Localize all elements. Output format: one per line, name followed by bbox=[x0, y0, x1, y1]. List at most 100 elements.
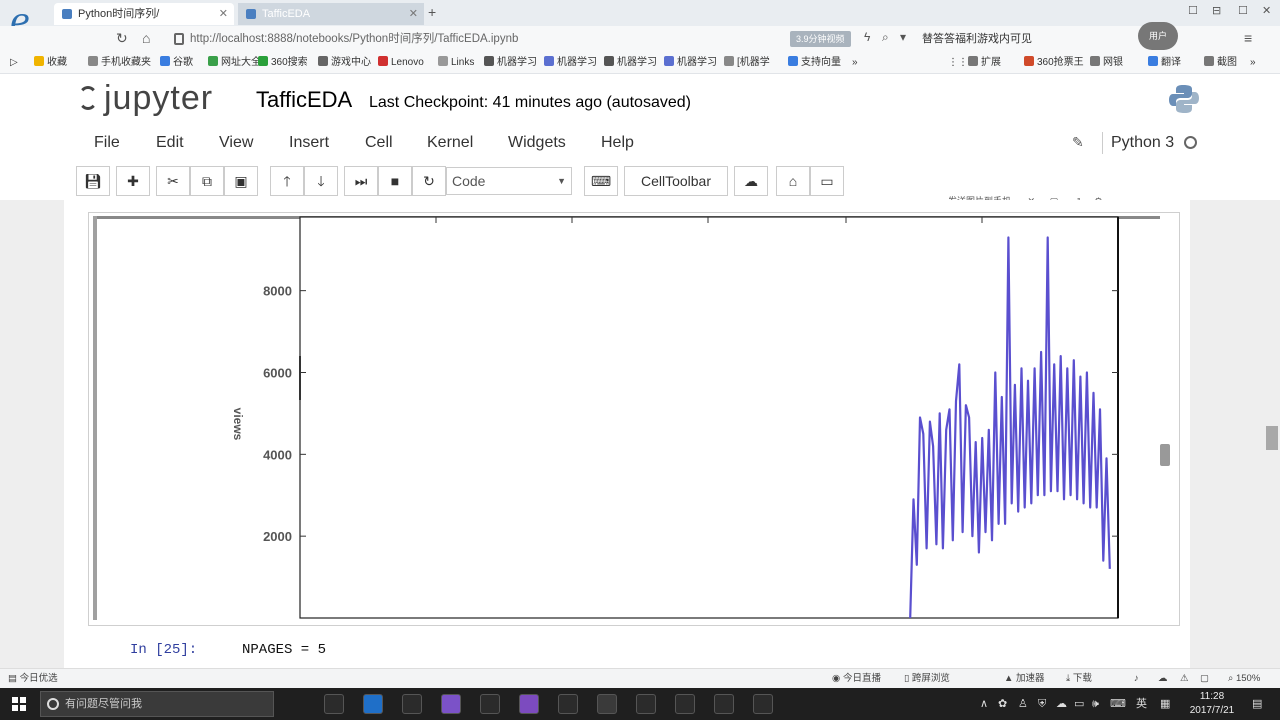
app-swirl-icon[interactable] bbox=[636, 694, 656, 714]
command-palette-button[interactable]: ⌨ bbox=[584, 166, 618, 196]
run-cell-button[interactable]: ⏭︎ bbox=[344, 166, 378, 196]
presentation-button[interactable]: ⌂ bbox=[776, 166, 810, 196]
tab-close-icon[interactable]: ✕ bbox=[219, 3, 228, 25]
bookmark-item[interactable]: 收藏 bbox=[34, 56, 67, 70]
search-suggestion[interactable]: 替答答福利游戏内可见 bbox=[922, 31, 1032, 47]
page-scrollbar-thumb[interactable] bbox=[1266, 426, 1278, 450]
paste-button[interactable]: ▣ bbox=[224, 166, 258, 196]
network-icon[interactable]: ▭ bbox=[1074, 697, 1084, 711]
store-icon[interactable] bbox=[402, 694, 422, 714]
menu-insert[interactable]: Insert bbox=[289, 134, 329, 152]
toolbar-item[interactable]: 360抢票王 bbox=[1024, 56, 1084, 70]
tray-cloud-icon[interactable]: ☁ bbox=[1056, 697, 1067, 711]
edge-icon[interactable] bbox=[363, 694, 383, 714]
bookmark-item[interactable]: 机器学习 bbox=[664, 56, 717, 70]
edit-notebook-metadata-icon[interactable]: ✎ bbox=[1072, 134, 1084, 151]
volume-icon[interactable]: ♪ bbox=[1134, 673, 1139, 685]
shirt-icon[interactable]: ☐ bbox=[1188, 4, 1198, 17]
output-collapse-bar[interactable] bbox=[93, 216, 97, 620]
browser-tab-active[interactable]: Python时间序列/ ✕ bbox=[54, 3, 234, 25]
insert-cell-button[interactable]: ✚ bbox=[116, 166, 150, 196]
cell-type-select[interactable]: Code ▼ bbox=[446, 167, 572, 195]
menu-widgets[interactable]: Widgets bbox=[508, 134, 566, 152]
jupyter-logo-text[interactable]: jupyter bbox=[104, 78, 213, 118]
app-check-icon[interactable] bbox=[558, 694, 578, 714]
bookmark-item[interactable]: [机器学 bbox=[724, 56, 770, 70]
daily-picks-link[interactable]: ▤ 今日优选 bbox=[8, 673, 58, 685]
restart-kernel-button[interactable]: ↻ bbox=[412, 166, 446, 196]
bookmark-item[interactable]: 网址大全 bbox=[208, 56, 261, 70]
bookmark-item[interactable]: 机器学习 bbox=[484, 56, 537, 70]
notebook-name[interactable]: TafficEDA bbox=[256, 87, 352, 113]
address-field[interactable]: http://localhost:8888/notebooks/Python时间… bbox=[170, 29, 780, 49]
bookmark-item[interactable]: Links bbox=[438, 56, 474, 70]
bookmark-item[interactable]: 谷歌 bbox=[160, 56, 193, 70]
cut-button[interactable]: ✂ bbox=[156, 166, 190, 196]
toolbar-item[interactable]: 截图 bbox=[1204, 56, 1237, 70]
zoom-level[interactable]: ⌕ 150% bbox=[1228, 673, 1260, 685]
interrupt-button[interactable]: ■ bbox=[378, 166, 412, 196]
dropdown-icon[interactable]: ▾ bbox=[900, 30, 906, 44]
menu-help[interactable]: Help bbox=[601, 134, 634, 152]
publish-button[interactable]: ☁ bbox=[734, 166, 768, 196]
celltoolbar-button[interactable]: CellToolbar bbox=[624, 166, 728, 196]
menu-view[interactable]: View bbox=[219, 134, 253, 152]
bookmark-item[interactable]: 机器学习 bbox=[544, 56, 597, 70]
tab-close-icon[interactable]: ✕ bbox=[409, 3, 418, 25]
bookmark-item[interactable]: Lenovo bbox=[378, 56, 424, 70]
bookmark-item[interactable]: 游戏中心 bbox=[318, 56, 371, 70]
task-view-icon[interactable] bbox=[324, 694, 344, 714]
new-tab-icon[interactable]: + bbox=[428, 4, 436, 20]
status-item[interactable]: ▯ 跨屏浏览 bbox=[904, 673, 950, 685]
video-button[interactable]: 3.9分钟视频 bbox=[790, 31, 851, 47]
menu-file[interactable]: File bbox=[94, 134, 120, 152]
app-b-icon[interactable] bbox=[441, 694, 461, 714]
tray-shield-icon[interactable]: ⛨ bbox=[1038, 697, 1046, 711]
search-icon[interactable]: ⌕ bbox=[882, 30, 889, 45]
menu-cell[interactable]: Cell bbox=[365, 134, 393, 152]
output-cell[interactable] bbox=[88, 212, 1180, 626]
notifications-icon[interactable]: ▤ bbox=[1252, 697, 1262, 711]
menu-icon[interactable]: ≡ bbox=[1244, 30, 1252, 46]
cloud-icon[interactable]: ☁ bbox=[1158, 673, 1168, 685]
app-vs-icon[interactable] bbox=[519, 694, 539, 714]
save-button[interactable]: 💾︎ bbox=[76, 166, 110, 196]
slideshow-button[interactable]: ▭ bbox=[810, 166, 844, 196]
status-item[interactable]: ⤓ 下载 bbox=[1066, 673, 1092, 685]
maximize-icon[interactable]: ☐ bbox=[1238, 4, 1248, 17]
close-window-icon[interactable]: ✕ bbox=[1262, 4, 1271, 17]
copy-button[interactable]: ⧉ bbox=[190, 166, 224, 196]
keyboard-icon[interactable]: ⌨ bbox=[1110, 697, 1126, 711]
move-down-button[interactable]: 🡓 bbox=[304, 166, 338, 196]
code-input[interactable]: NPAGES = 5 bbox=[242, 641, 326, 659]
bookmark-item[interactable]: 机器学习 bbox=[604, 56, 657, 70]
app-q-icon[interactable] bbox=[753, 694, 773, 714]
toolbar-item[interactable]: 翻译 bbox=[1148, 56, 1181, 70]
home-icon[interactable]: ⌂ bbox=[142, 30, 150, 46]
ime-indicator[interactable]: 英 bbox=[1136, 697, 1147, 711]
chrome-icon[interactable] bbox=[480, 694, 500, 714]
app-pc-icon[interactable] bbox=[714, 694, 734, 714]
output-scrollbar-thumb[interactable] bbox=[1160, 444, 1170, 466]
move-up-button[interactable]: 🡑 bbox=[270, 166, 304, 196]
more-bookmarks-icon[interactable]: » bbox=[852, 56, 858, 70]
volume-icon[interactable]: 🕪︎ bbox=[1092, 697, 1099, 711]
toolbar-item[interactable]: 网银 bbox=[1090, 56, 1123, 70]
bookmark-item[interactable]: 支持向量 bbox=[788, 56, 841, 70]
taskbar-clock[interactable]: 11:28 2017/7/21 bbox=[1186, 690, 1238, 718]
bookmark-item[interactable]: 360搜索 bbox=[258, 56, 308, 70]
menu-kernel[interactable]: Kernel bbox=[427, 134, 473, 152]
more-tools-icon[interactable]: » bbox=[1250, 56, 1256, 70]
app-circle-icon[interactable] bbox=[597, 694, 617, 714]
taskbar-search-input[interactable]: 有问题尽管问我 bbox=[40, 691, 274, 717]
apps-grid-icon[interactable]: ⋮⋮ bbox=[948, 56, 968, 70]
avatar[interactable]: 用户 bbox=[1138, 22, 1178, 50]
bookmark-item[interactable]: 手机收藏夹 bbox=[88, 56, 151, 70]
refresh-icon[interactable]: ↻ bbox=[116, 30, 128, 47]
tray-up-icon[interactable]: ∧ bbox=[980, 697, 988, 711]
browser-tab-inactive[interactable]: TafficEDA ✕ bbox=[238, 3, 424, 25]
windows-start-icon[interactable] bbox=[12, 697, 26, 711]
tray-app-icon[interactable]: ✿ bbox=[998, 697, 1007, 711]
app-notes-icon[interactable] bbox=[675, 694, 695, 714]
bookmarks-expand-icon[interactable]: ▷ bbox=[10, 56, 18, 70]
